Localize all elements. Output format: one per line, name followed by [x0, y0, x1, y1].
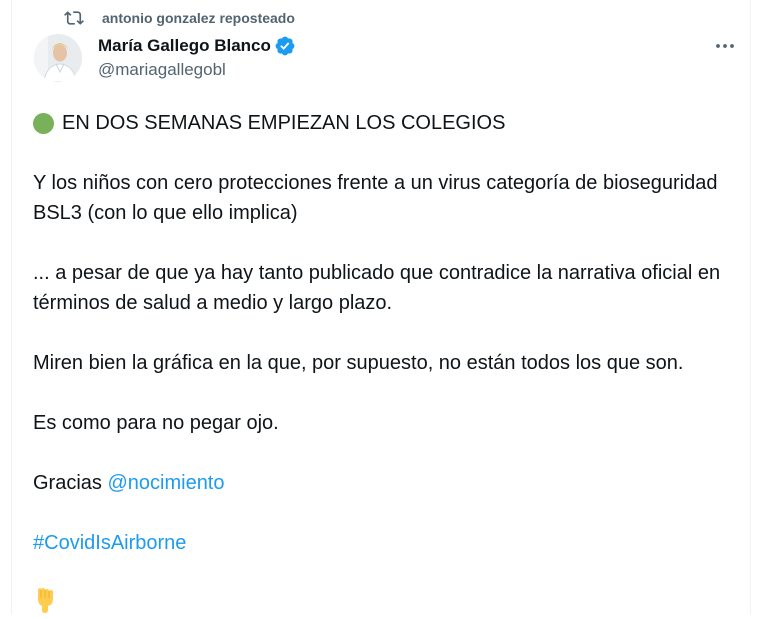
thanks-prefix: Gracias: [33, 472, 108, 494]
post-headline-text: EN DOS SEMANAS EMPIEZAN LOS COLEGIOS: [62, 112, 506, 134]
avatar[interactable]: [34, 34, 82, 82]
post-hashtag-line: #CovidIsAirborne: [33, 528, 745, 558]
post-paragraph-4: Es como para no pegar ojo.: [33, 412, 279, 434]
more-options-icon: [716, 44, 734, 48]
avatar-image: [34, 34, 82, 82]
repost-indicator[interactable]: antonio gonzalez reposteado: [64, 7, 295, 29]
repost-label[interactable]: antonio gonzalez reposteado: [102, 10, 295, 26]
repost-icon: [64, 8, 84, 28]
mention-link[interactable]: @nocimiento: [107, 472, 224, 494]
post-card[interactable]: antonio gonzalez reposteado María Galleg…: [11, 0, 751, 614]
verified-badge-icon[interactable]: [274, 35, 296, 57]
post-paragraph-3: Miren bien la gráfica en la que, por sup…: [33, 352, 684, 374]
more-options-button[interactable]: [712, 36, 738, 56]
hashtag-link[interactable]: #CovidIsAirborne: [33, 532, 186, 554]
post-paragraph-1: Y los niños con cero protecciones frente…: [33, 172, 718, 224]
green-circle-icon: [33, 112, 54, 134]
post-thanks-line: Gracias @nocimiento: [33, 468, 745, 498]
author-block[interactable]: María Gallego Blanco @mariagallegobl: [98, 35, 296, 80]
author-display-name[interactable]: María Gallego Blanco: [98, 36, 271, 56]
post-paragraph-2: ... a pesar de que ya hay tanto publicad…: [33, 262, 721, 314]
author-handle[interactable]: @mariagallegobl: [98, 60, 296, 80]
post-headline: EN DOS SEMANAS EMPIEZAN LOS COLEGIOS: [33, 108, 745, 138]
post-text: EN DOS SEMANAS EMPIEZAN LOS COLEGIOS Y l…: [33, 108, 745, 558]
pointing-down-hand-icon: [34, 586, 58, 614]
